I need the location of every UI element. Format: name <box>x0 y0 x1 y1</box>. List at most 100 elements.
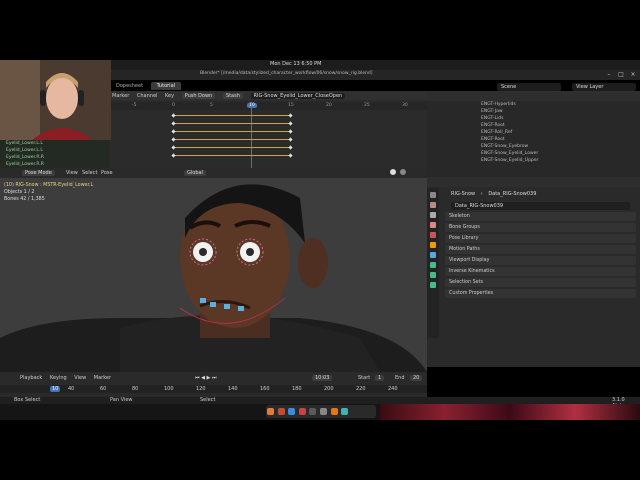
bone-constraint-tab-icon[interactable] <box>430 282 436 288</box>
mode-selector[interactable]: Pose Mode <box>22 170 55 176</box>
keyframe[interactable] <box>288 113 293 118</box>
panel-pose-library[interactable]: Pose Library <box>445 234 636 243</box>
minimize-icon[interactable]: – <box>605 71 613 78</box>
app-icon[interactable] <box>341 408 349 415</box>
view-layer-selector[interactable]: View Layer <box>572 83 636 91</box>
keyframe[interactable] <box>288 121 293 126</box>
frame-tick: 30 <box>402 103 408 108</box>
start-frame-field[interactable]: 1 <box>375 375 385 381</box>
app-icon[interactable] <box>277 408 285 415</box>
menu-playback[interactable]: Playback <box>20 375 42 381</box>
menu-view[interactable]: View <box>74 375 86 381</box>
menu-marker[interactable]: Marker <box>112 93 129 99</box>
bones-count: Bones 42 / 1,385 <box>4 197 45 202</box>
tab-tutorial[interactable]: Tutorial <box>150 82 182 90</box>
modifier-tab-icon[interactable] <box>430 252 436 258</box>
frame-ruler[interactable]: -5 0 5 10 15 20 25 30 <box>110 102 427 110</box>
panel-custom-properties[interactable]: Custom Properties <box>445 289 636 298</box>
outliner-item[interactable]: ENGT-Hyperlids <box>427 101 640 108</box>
breadcrumb-data[interactable]: Data_RIG-Snow039 <box>488 191 536 197</box>
scene-tab-icon[interactable] <box>430 222 436 228</box>
material-shading-icon[interactable] <box>400 169 406 175</box>
world-tab-icon[interactable] <box>430 232 436 238</box>
media-icon[interactable] <box>298 408 306 415</box>
objects-count: Objects 1 / 2 <box>4 190 35 195</box>
solid-shading-icon[interactable] <box>390 169 396 175</box>
menu-keying[interactable]: Keying <box>50 375 67 381</box>
output-tab-icon[interactable] <box>430 212 436 218</box>
properties-tab-bar <box>427 188 439 338</box>
channel-row[interactable]: Eyelid_Lower.L.L <box>0 140 110 147</box>
keyframe[interactable] <box>171 137 176 142</box>
render-tab-icon[interactable] <box>430 202 436 208</box>
outliner-item[interactable]: ENGT-Roll_Ref <box>427 129 640 136</box>
view-layer-label: View Layer <box>576 84 604 90</box>
panel-selection-sets[interactable]: Selection Sets <box>445 278 636 287</box>
tool-tab-icon[interactable] <box>430 192 436 198</box>
keyframe[interactable] <box>171 129 176 134</box>
close-icon[interactable]: × <box>629 71 637 78</box>
channel-row[interactable]: Eyelid_Lower.R.R <box>0 154 110 161</box>
keyframe-area[interactable] <box>110 112 427 168</box>
keyframe[interactable] <box>288 129 293 134</box>
orientation-selector[interactable]: Global <box>184 170 206 176</box>
keyframe[interactable] <box>171 153 176 158</box>
breadcrumb-object[interactable]: RIG-Snow <box>451 191 475 197</box>
panel-bone-groups[interactable]: Bone Groups <box>445 223 636 232</box>
properties-header <box>427 177 640 187</box>
terminal-icon[interactable] <box>309 408 317 415</box>
key-hold-line <box>173 123 291 124</box>
armature-data-tab-icon[interactable] <box>430 262 436 268</box>
menu-select[interactable]: Select <box>82 170 97 176</box>
channel-list: Eyelid_Lower.L.L Eyelid_Lower.L.L Eyelid… <box>0 140 110 168</box>
current-time-field[interactable]: 10:03 <box>312 375 333 381</box>
frame-tick: 0 <box>172 103 175 108</box>
push-down-button[interactable]: Push Down <box>181 93 216 99</box>
timeline-tick: 80 <box>132 386 139 392</box>
channel-row[interactable]: Eyelid_Lower.L.L <box>0 147 110 154</box>
outliner-item[interactable]: ENGT-Root <box>427 136 640 143</box>
timeline-editor[interactable]: Playback Keying View Marker ⏮ ◀ ▶ ⏭ 10:0… <box>0 372 427 397</box>
stash-button[interactable]: Stash <box>222 93 243 99</box>
outliner-item[interactable]: ENGT-Snow_Eyelid_Lower <box>427 150 640 157</box>
end-frame-field[interactable]: 20 <box>410 375 423 381</box>
panel-skeleton[interactable]: Skeleton <box>445 212 636 221</box>
keyframe[interactable] <box>171 145 176 150</box>
menu-key[interactable]: Key <box>165 93 174 99</box>
menu-view[interactable]: View <box>66 170 78 176</box>
outliner-item[interactable]: ENGT-Root <box>427 122 640 129</box>
blender-icon[interactable] <box>330 408 338 415</box>
status-box-select: Box Select <box>14 397 41 403</box>
keyframe[interactable] <box>288 137 293 142</box>
properties-breadcrumb: RIG-Snow › Data_RIG-Snow039 <box>451 190 640 198</box>
outliner-item[interactable]: ENGT-Lids <box>427 115 640 122</box>
keyframe[interactable] <box>288 145 293 150</box>
playback-controls[interactable]: ⏮ ◀ ▶ ⏭ <box>195 375 216 381</box>
keyframe[interactable] <box>288 153 293 158</box>
maximize-icon[interactable]: □ <box>617 71 625 78</box>
outliner-item[interactable]: ENGT-Snow_Eyebrow <box>427 143 640 150</box>
outliner-item[interactable]: ENGT-Snow_Eyelid_Upper <box>427 157 640 164</box>
tab-layout[interactable]: Dopesheet <box>110 82 149 90</box>
keyframe[interactable] <box>171 121 176 126</box>
settings-icon[interactable] <box>319 408 327 415</box>
channel-row[interactable]: Eyelid_Lower.R.R <box>0 161 110 168</box>
bone-tab-icon[interactable] <box>430 272 436 278</box>
armature-data-field[interactable]: Data_RIG-Snow039 <box>451 202 630 210</box>
menu-pose[interactable]: Pose <box>101 170 113 176</box>
menu-marker[interactable]: Marker <box>94 375 111 381</box>
scene-selector[interactable]: Scene <box>497 83 561 91</box>
firefox-icon[interactable] <box>267 408 274 415</box>
action-selector[interactable]: RIG-Snow_Eyelid_Lower_CloseOpen <box>250 93 346 99</box>
timeline-tick: 240 <box>388 386 398 392</box>
object-tab-icon[interactable] <box>430 242 436 248</box>
menu-channel[interactable]: Channel <box>137 93 158 99</box>
panel-motion-paths[interactable]: Motion Paths <box>445 245 636 254</box>
panel-viewport-display[interactable]: Viewport Display <box>445 256 636 265</box>
keyframe[interactable] <box>171 113 176 118</box>
panel-inverse-kinematics[interactable]: Inverse Kinematics <box>445 267 636 276</box>
files-icon[interactable] <box>288 408 296 415</box>
timeline-current-frame[interactable]: 10 <box>50 386 61 392</box>
outliner-item[interactable]: ENGT-Jaw <box>427 108 640 115</box>
timeline-ruler[interactable]: 10 40 60 80 100 120 140 160 180 200 220 … <box>0 385 427 393</box>
